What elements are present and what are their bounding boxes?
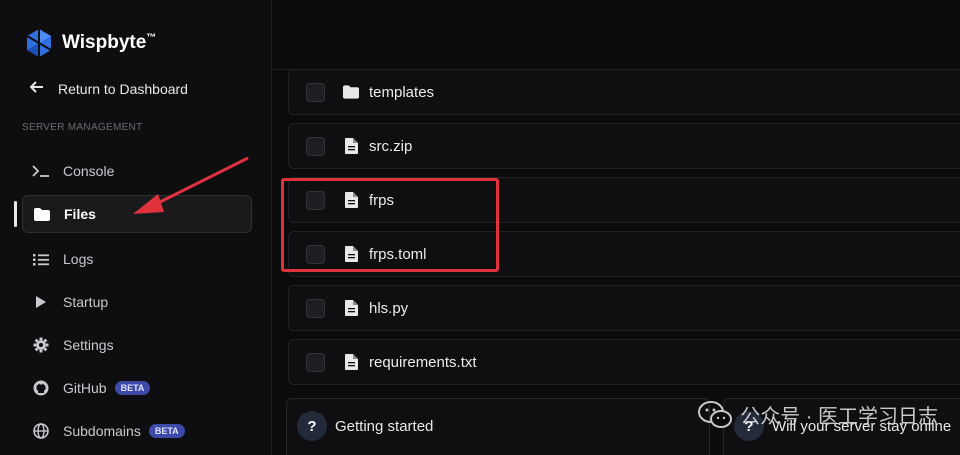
file-row-hls-py[interactable]: hls.py xyxy=(288,285,960,331)
beta-badge: BETA xyxy=(148,424,185,438)
file-row-requirements-txt[interactable]: requirements.txt xyxy=(288,339,960,385)
sidebar-item-label: Startup xyxy=(63,294,109,310)
file-name[interactable]: templates xyxy=(369,84,434,101)
sidebar-item-label: Files xyxy=(64,206,96,222)
folder-icon xyxy=(343,84,359,100)
main-content: templates src.zip frps frps.toml hls.py xyxy=(273,0,960,455)
globe-icon xyxy=(32,422,50,440)
row-checkbox[interactable] xyxy=(306,352,325,372)
sidebar-item-subdomains[interactable]: Subdomains BETA xyxy=(22,412,252,450)
card-title: Getting started xyxy=(335,418,434,435)
wechat-icon xyxy=(698,400,733,428)
sidebar-item-label: GitHub xyxy=(63,380,107,396)
sidebar-item-github[interactable]: GitHub BETA xyxy=(22,369,252,407)
folder-icon xyxy=(33,205,51,223)
file-name[interactable]: hls.py xyxy=(369,300,408,317)
watermark-text: 公众号 · 医工学习日志 xyxy=(740,406,938,428)
terminal-icon xyxy=(32,162,50,180)
file-icon xyxy=(343,300,359,316)
wispbyte-logo-icon xyxy=(26,29,52,57)
top-bar xyxy=(273,0,960,70)
sidebar-item-label: Logs xyxy=(63,251,94,267)
watermark: 公众号 · 医工学习日志 xyxy=(698,400,938,429)
row-checkbox[interactable] xyxy=(306,136,325,156)
getting-started-card[interactable]: ? Getting started xyxy=(286,398,710,455)
file-icon xyxy=(343,138,359,154)
row-checkbox[interactable] xyxy=(306,298,325,318)
sidebar-item-label: Settings xyxy=(63,337,114,353)
arrow-left-icon xyxy=(29,80,46,98)
sidebar-item-console[interactable]: Console xyxy=(22,152,252,190)
sidebar-item-label: Console xyxy=(63,163,115,179)
file-icon xyxy=(343,354,359,370)
brand-name: Wispbyte™ xyxy=(62,32,157,53)
sidebar-item-logs[interactable]: Logs xyxy=(22,240,252,278)
sidebar-item-settings[interactable]: Settings xyxy=(22,326,252,364)
sidebar-item-label: Subdomains xyxy=(63,423,141,439)
return-label: Return to Dashboard xyxy=(58,81,188,97)
return-to-dashboard-link[interactable]: Return to Dashboard xyxy=(29,80,188,98)
brand[interactable]: Wispbyte™ xyxy=(24,28,156,58)
gear-icon xyxy=(32,336,50,354)
question-icon: ? xyxy=(297,411,327,441)
sidebar: Wispbyte™ Return to Dashboard SERVER MAN… xyxy=(0,0,272,455)
play-icon xyxy=(32,293,50,311)
active-indicator xyxy=(14,201,17,227)
file-name[interactable]: requirements.txt xyxy=(369,354,477,371)
sidebar-item-files[interactable]: Files xyxy=(22,195,252,233)
list-icon xyxy=(32,250,50,268)
file-row-src-zip[interactable]: src.zip xyxy=(288,123,960,169)
section-label: SERVER MANAGEMENT xyxy=(22,122,143,133)
beta-badge: BETA xyxy=(114,381,151,395)
file-row-templates[interactable]: templates xyxy=(288,69,960,115)
file-name[interactable]: src.zip xyxy=(369,138,412,155)
row-checkbox[interactable] xyxy=(306,82,325,102)
sidebar-item-startup[interactable]: Startup xyxy=(22,283,252,321)
highlight-box xyxy=(281,178,499,272)
github-icon xyxy=(32,379,50,397)
